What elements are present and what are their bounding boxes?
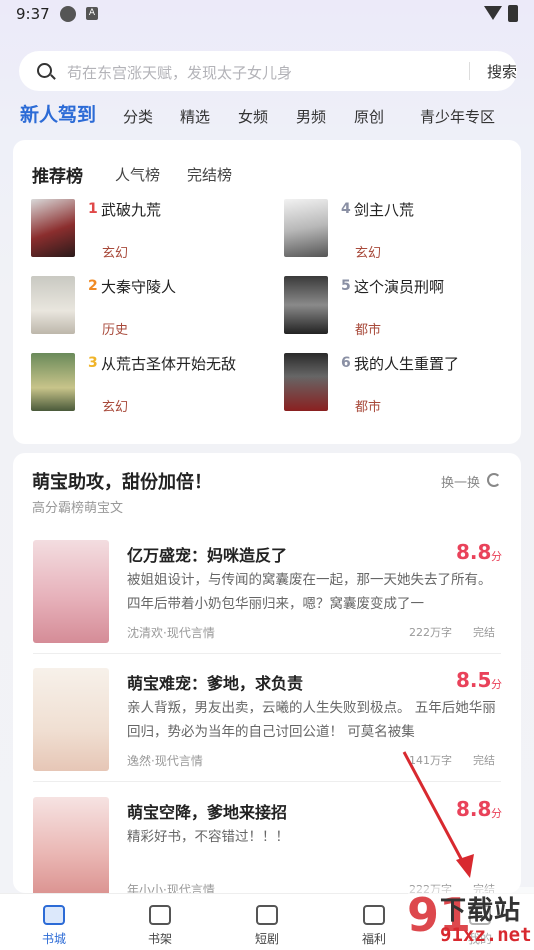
- annotation-arrow: [402, 751, 474, 878]
- watermark-url: 91xz.net: [440, 924, 532, 946]
- watermark-text: 下载站: [440, 896, 522, 926]
